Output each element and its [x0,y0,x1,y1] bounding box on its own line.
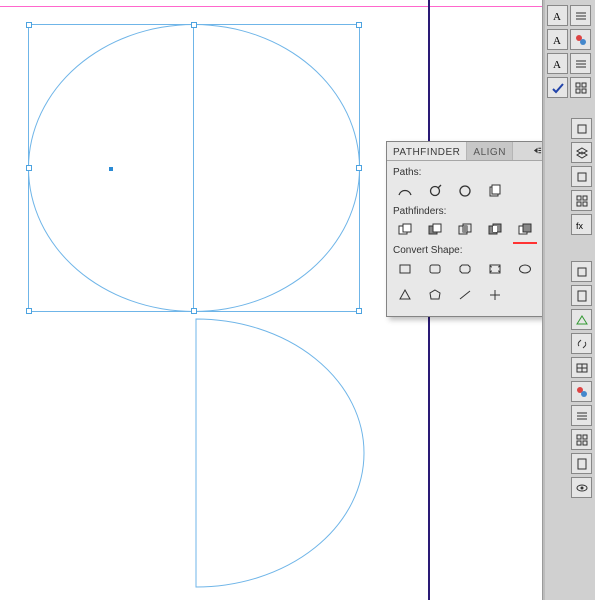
transform-panel-icon[interactable] [571,166,592,187]
separations-icon[interactable] [571,405,592,426]
effects-panel-icon[interactable]: fx [571,214,592,235]
convert-orthogonal-line-button[interactable] [483,284,507,306]
convert-rounded-rect-button[interactable] [423,258,447,280]
panel-tabs: PATHFINDER ALIGN [387,142,545,161]
convert-polygon-button[interactable] [423,284,447,306]
subtract-button[interactable] [423,219,447,241]
convert-line-button[interactable] [453,284,477,306]
paths-label: Paths: [393,167,539,178]
tab-pathfinder[interactable]: PATHFINDER [387,142,467,160]
pages-panel-icon[interactable] [571,453,592,474]
half-d-path[interactable] [195,318,365,588]
pathfinders-label: Pathfinders: [393,206,539,217]
flattener-icon[interactable] [571,429,592,450]
convert-shape-label: Convert Shape: [393,245,539,256]
resize-handle-se[interactable] [356,308,362,314]
tab-align[interactable]: ALIGN [467,142,513,160]
right-dock: AAA fx [542,0,595,600]
paragraph-styles-icon[interactable] [570,5,591,26]
highlight-underline-icon [513,242,537,244]
navigator-icon[interactable] [571,477,592,498]
horizontal-guide [0,6,595,7]
open-path-button[interactable] [423,180,447,202]
resize-handle-ne[interactable] [356,22,362,28]
svg-text:A: A [553,59,561,71]
links-panel-icon[interactable] [571,333,592,354]
pathfinder-panel[interactable]: PATHFINDER ALIGN Paths: Pathfinders: [386,141,546,317]
color-panel-icon[interactable] [571,381,592,402]
anchor-top[interactable] [191,22,197,28]
close-path-button[interactable] [453,180,477,202]
trap-panel-icon[interactable] [571,261,592,282]
exclude-button[interactable] [483,219,507,241]
resize-handle-nw[interactable] [26,22,32,28]
resize-handle-sw[interactable] [26,308,32,314]
svg-text:A: A [553,11,561,23]
table-panel-icon[interactable] [571,357,592,378]
text-wrap-icon[interactable] [571,285,592,306]
panel-body: Paths: Pathfinders: [387,161,545,316]
swatches-icon[interactable] [570,29,591,50]
convert-ellipse-button[interactable] [513,258,537,280]
resize-handle-w[interactable] [26,165,32,171]
join-path-button[interactable] [393,180,417,202]
glyphs-icon[interactable]: A [547,29,568,50]
char-styles-icon[interactable]: A [547,53,568,74]
selection-bounding-box[interactable] [28,24,360,312]
grid-icon[interactable] [570,77,591,98]
add-button[interactable] [393,219,417,241]
reverse-path-button[interactable] [483,180,507,202]
convert-inverse-rounded-button[interactable] [483,258,507,280]
pathfinder-panel-icon[interactable] [571,118,592,139]
minus-back-button[interactable] [513,219,537,241]
character-panel-icon[interactable]: A [547,5,568,26]
convert-rectangle-button[interactable] [393,258,417,280]
transparency-panel-icon[interactable] [571,190,592,211]
opentype-icon[interactable] [547,77,568,98]
convert-triangle-button[interactable] [393,284,417,306]
preflight-icon[interactable] [571,309,592,330]
layers-panel-icon[interactable] [571,142,592,163]
intersect-button[interactable] [453,219,477,241]
tabs-icon[interactable] [570,53,591,74]
convert-beveled-rect-button[interactable] [453,258,477,280]
svg-text:fx: fx [576,221,584,231]
resize-handle-e[interactable] [356,165,362,171]
anchor-bottom[interactable] [191,308,197,314]
svg-text:A: A [553,35,561,47]
